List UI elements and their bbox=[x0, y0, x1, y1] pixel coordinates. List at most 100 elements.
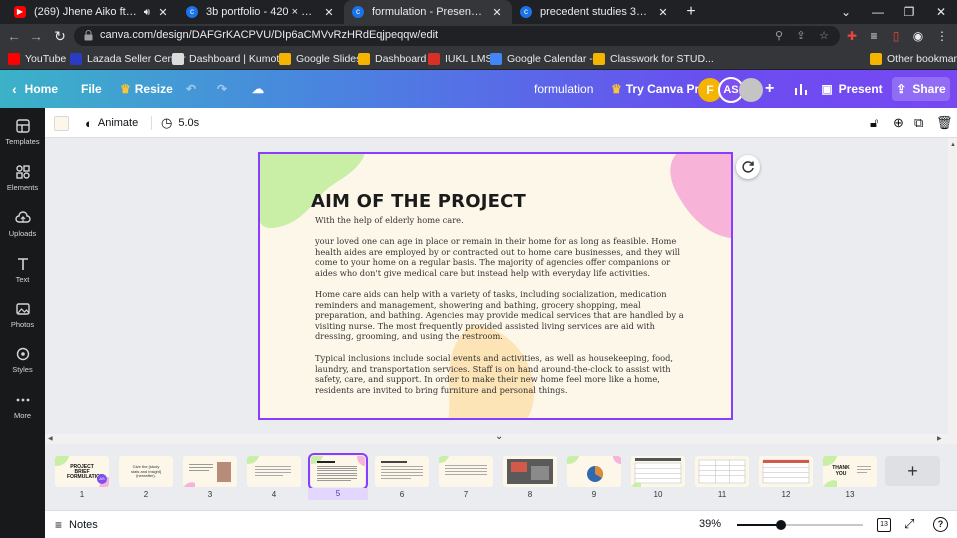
sidebar-item-elements[interactable]: Elements bbox=[0, 164, 45, 204]
search-icon[interactable]: ⚲ bbox=[772, 29, 786, 43]
duplicate-icon[interactable]: ⧉ bbox=[914, 114, 923, 132]
page-thumbnail[interactable] bbox=[631, 456, 685, 487]
refresh-design-button[interactable] bbox=[736, 155, 760, 179]
slide-title[interactable]: AIM OF THE PROJECT bbox=[311, 191, 526, 212]
lock-icon[interactable]: 🔓︎ bbox=[870, 114, 878, 132]
page-thumbnail[interactable] bbox=[503, 456, 557, 487]
extension-puzzle-icon[interactable]: ✚ bbox=[844, 28, 860, 44]
bookmark-label: YouTube bbox=[25, 53, 67, 65]
scroll-left-icon[interactable]: ◀ bbox=[48, 435, 53, 442]
bookmark-star-icon[interactable]: ☆ bbox=[817, 29, 831, 43]
sidebar-item-photos[interactable]: Photos bbox=[0, 301, 45, 341]
slide-paragraph[interactable]: Home care aids can help with a variety o… bbox=[315, 289, 687, 342]
media-queue-icon[interactable]: ≡ bbox=[866, 28, 882, 44]
home-button[interactable]: ‹ Home bbox=[12, 70, 58, 108]
page-thumbnail[interactable] bbox=[375, 456, 429, 487]
sidebar-item-more[interactable]: More bbox=[0, 392, 45, 432]
address-bar[interactable]: canva.com/design/DAFGrKACPVU/DIp6aCMVvRz… bbox=[74, 26, 840, 46]
sidebar-item-templates[interactable]: Templates bbox=[0, 118, 45, 158]
forward-icon[interactable]: → bbox=[26, 26, 46, 46]
tab-search-icon[interactable]: ⌄ bbox=[830, 0, 862, 24]
notes-button[interactable]: ≡ Notes bbox=[55, 518, 98, 532]
file-menu[interactable]: File bbox=[81, 70, 102, 108]
close-tab-icon[interactable]: ✕ bbox=[322, 6, 336, 19]
sidebar-label: Photos bbox=[10, 320, 35, 329]
scroll-right-icon[interactable]: ▶ bbox=[937, 435, 942, 442]
horizontal-scrollbar[interactable]: ◀ ⌄ ▶ bbox=[45, 431, 948, 444]
sidebar-item-uploads[interactable]: Uploads bbox=[0, 210, 45, 250]
present-button[interactable]: ▣ Present bbox=[815, 77, 889, 101]
resize-button[interactable]: ♛ Resize bbox=[120, 70, 173, 108]
minimize-icon[interactable]: — bbox=[862, 0, 894, 24]
zoom-slider[interactable] bbox=[737, 520, 863, 530]
page-thumbnail[interactable]: Give the [study stats and insight] (here… bbox=[119, 456, 173, 487]
share-button[interactable]: ⇪ Share bbox=[892, 77, 950, 101]
bookmark-google-calendar[interactable]: Google Calendar -... bbox=[490, 51, 602, 67]
tab-youtube[interactable]: ▶ (269) Jhene Aiko ft. The Wee 🔊︎ ✕ bbox=[6, 0, 178, 24]
page-thumbnail[interactable] bbox=[247, 456, 301, 487]
other-bookmarks[interactable]: Other bookmarks bbox=[870, 51, 957, 67]
slide-paragraph[interactable]: your loved one can age in place or remai… bbox=[315, 236, 687, 278]
slide-canvas[interactable]: AIM OF THE PROJECT With the help of elde… bbox=[258, 152, 733, 420]
close-tab-icon[interactable]: ✕ bbox=[490, 6, 504, 19]
chevron-down-icon[interactable]: ⌄ bbox=[495, 431, 503, 442]
trash-icon[interactable]: 🗑︎ bbox=[936, 114, 953, 132]
background-color-swatch[interactable] bbox=[54, 114, 69, 132]
profile-avatar-icon[interactable]: ◉ bbox=[910, 28, 926, 44]
page-number-selected: 5 bbox=[308, 488, 368, 500]
tab-precedent-studies[interactable]: c precedent studies 3B - Presentati ✕ bbox=[512, 0, 678, 24]
fullscreen-icon[interactable]: ⤢ bbox=[904, 516, 914, 532]
reload-icon[interactable]: ↻ bbox=[50, 26, 70, 46]
scroll-up-icon[interactable]: ▲ bbox=[950, 142, 956, 148]
folder-icon bbox=[358, 53, 370, 65]
animate-button[interactable]: ◐ Animate bbox=[85, 114, 138, 132]
slide-subtitle[interactable]: With the help of elderly home care. bbox=[315, 215, 464, 225]
duration-button[interactable]: ◷ 5.0s bbox=[161, 114, 199, 132]
document-title[interactable]: formulation bbox=[534, 70, 593, 108]
page-thumbnail[interactable] bbox=[183, 456, 237, 487]
bookmark-classwork[interactable]: Classwork for STUD... bbox=[593, 51, 714, 67]
zoom-percentage[interactable]: 39% bbox=[699, 518, 721, 530]
help-icon[interactable]: ? bbox=[933, 517, 948, 532]
page-thumbnail[interactable] bbox=[695, 456, 749, 487]
restore-icon[interactable]: ❐ bbox=[893, 0, 925, 24]
speaker-icon[interactable]: 🔊︎ bbox=[144, 7, 150, 18]
insights-icon[interactable] bbox=[794, 70, 808, 108]
bookmark-dashboard[interactable]: Dashboard bbox=[358, 51, 426, 67]
sidebar-item-styles[interactable]: Styles bbox=[0, 346, 45, 386]
close-window-icon[interactable]: ✕ bbox=[925, 0, 957, 24]
tab-formulation[interactable]: c formulation - Presentation ✕ bbox=[344, 0, 512, 24]
slide-paragraph[interactable]: Typical inclusions include social events… bbox=[315, 353, 687, 395]
page-thumbnail[interactable]: THANK YOU bbox=[823, 456, 877, 487]
page-thumbnail[interactable] bbox=[567, 456, 621, 487]
redo-icon[interactable]: ↷ bbox=[217, 70, 227, 108]
tab-3b-portfolio[interactable]: c 3b portfolio - 420 × 297mm ✕ bbox=[178, 0, 344, 24]
add-page-button[interactable]: + bbox=[885, 456, 940, 486]
undo-icon[interactable]: ↶ bbox=[186, 70, 196, 108]
add-page-icon[interactable]: ⊕ bbox=[893, 114, 904, 132]
sidepanel-icon[interactable]: ▯ bbox=[888, 28, 904, 44]
page-thumbnail[interactable]: PROJECT BRIEF FORMULATION AS bbox=[55, 456, 109, 487]
new-tab-icon[interactable]: + bbox=[682, 3, 700, 21]
try-canva-pro-button[interactable]: ♛ Try Canva Pro bbox=[611, 70, 706, 108]
page-count-button[interactable]: 13 bbox=[877, 518, 891, 532]
close-tab-icon[interactable]: ✕ bbox=[656, 6, 670, 19]
bookmark-lazada[interactable]: Lazada Seller Center bbox=[70, 51, 186, 67]
zoom-slider-thumb[interactable] bbox=[776, 520, 786, 530]
cloud-saved-icon[interactable]: ☁ bbox=[252, 70, 264, 108]
vertical-scrollbar[interactable]: ▲ bbox=[948, 138, 957, 444]
add-collaborator-icon[interactable]: + bbox=[765, 70, 774, 108]
bookmark-google-slides[interactable]: Google Slides bbox=[279, 51, 361, 67]
avatar[interactable] bbox=[739, 78, 763, 102]
page-thumbnail[interactable] bbox=[308, 453, 368, 490]
close-tab-icon[interactable]: ✕ bbox=[156, 6, 170, 19]
browser-menu-icon[interactable]: ⋮ bbox=[934, 28, 950, 44]
bookmark-youtube[interactable]: YouTube bbox=[8, 51, 66, 67]
bookmark-kumon[interactable]: Dashboard | Kumot... bbox=[172, 51, 288, 67]
back-icon[interactable]: ← bbox=[4, 26, 24, 46]
page-thumbnail[interactable] bbox=[759, 456, 813, 487]
page-thumbnail[interactable] bbox=[439, 456, 493, 487]
sidebar-item-text[interactable]: Text bbox=[0, 256, 45, 296]
bookmark-iukl-lms[interactable]: IUKL LMS bbox=[428, 51, 492, 67]
share-page-icon[interactable]: ⇪ bbox=[794, 29, 808, 43]
